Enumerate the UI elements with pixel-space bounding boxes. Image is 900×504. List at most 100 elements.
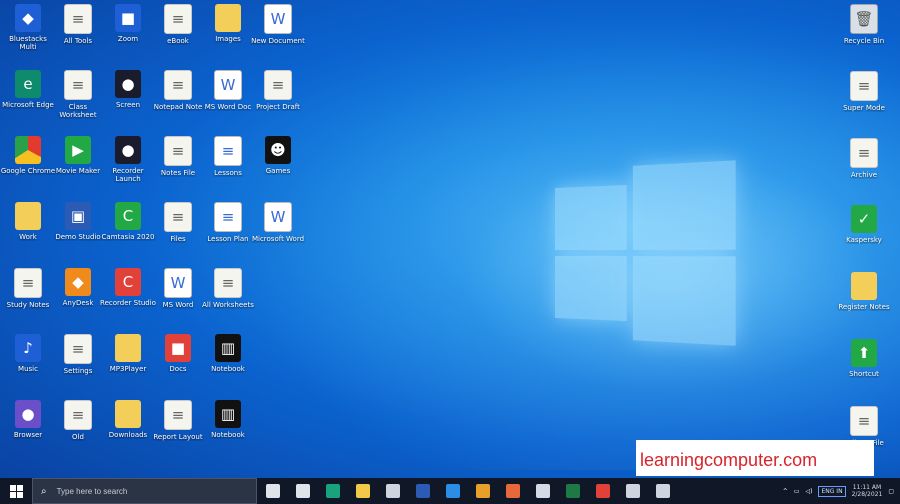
desktop-icon[interactable]: ■ Docs <box>150 334 206 373</box>
taskbar-app[interactable] <box>412 478 434 504</box>
taskbar-app[interactable] <box>562 478 584 504</box>
desktop-icon[interactable]: ▥ Notebook <box>200 400 256 439</box>
camtasia-icon: C <box>115 268 141 296</box>
chrome-icon <box>15 136 41 164</box>
file-icon: ≡ <box>850 406 878 436</box>
desktop-icon[interactable]: e Microsoft Edge <box>0 70 56 109</box>
desktop-icon-label: eBook <box>150 37 206 45</box>
file-icon: ≡ <box>164 70 192 100</box>
desktop-icon[interactable]: ● Screen <box>100 70 156 109</box>
desktop-icon[interactable]: ≡ Notes File <box>150 136 206 177</box>
desktop-icon-label: Recorder Launch <box>100 167 156 183</box>
excel-icon <box>566 484 580 498</box>
desktop-icon[interactable]: Work <box>0 202 56 241</box>
desktop-icon[interactable]: ● Browser <box>0 400 56 439</box>
taskbar-app[interactable] <box>322 478 344 504</box>
anydesk-icon: ◆ <box>65 268 91 296</box>
clock[interactable]: 11:11 AM 2/28/2021 <box>852 484 883 498</box>
file-icon: ≡ <box>264 70 292 100</box>
taskbar-app[interactable] <box>502 478 524 504</box>
taskbar-app[interactable] <box>292 478 314 504</box>
taskbar-app[interactable] <box>262 478 284 504</box>
desktop-icon[interactable]: Downloads <box>100 400 156 439</box>
desktop-icon[interactable]: ▶ Movie Maker <box>50 136 106 175</box>
desktop-icon[interactable]: ≡ eBook <box>150 4 206 45</box>
zoom-icon: ■ <box>115 4 141 32</box>
archive-icon: ▥ <box>215 400 241 428</box>
desktop-icon[interactable]: ≡ Files <box>150 202 206 243</box>
desktop-icon[interactable]: W New Document <box>250 4 306 45</box>
volume-icon[interactable]: ◁) <box>806 488 813 495</box>
desktop-icon[interactable]: ■ Zoom <box>100 4 156 43</box>
vscode-icon <box>446 484 460 498</box>
desktop-icon[interactable]: ≡ Lessons <box>200 136 256 177</box>
desktop-icon[interactable]: ≡ Report Layout <box>150 400 206 441</box>
desktop-icon[interactable]: Google Chrome <box>0 136 56 175</box>
camtasia-icon: C <box>115 202 141 230</box>
taskbar-app[interactable] <box>442 478 464 504</box>
desktop-icon[interactable]: ≡ Lesson Plan <box>200 202 256 243</box>
desktop-icon-label: Music <box>0 365 56 373</box>
desktop-icon[interactable]: ≡ Class Worksheet <box>50 70 106 119</box>
desktop-icon[interactable]: W MS Word Doc <box>200 70 256 111</box>
desktop-icon-label: Recycle Bin <box>836 37 892 45</box>
desktop-icon[interactable]: ≡ Super Mode <box>836 71 892 112</box>
desktop-icon[interactable]: ≡ All Worksheets <box>200 268 256 309</box>
desktop-icon[interactable]: ≡ Old <box>50 400 106 441</box>
taskbar-app[interactable] <box>472 478 494 504</box>
desktop-icon[interactable]: C Recorder Studio <box>100 268 156 307</box>
chevron-up-icon[interactable]: ^ <box>783 488 788 495</box>
search-box[interactable]: ⌕ Type here to search <box>32 478 257 504</box>
taskbar-app[interactable] <box>532 478 554 504</box>
desktop-icon[interactable]: ▣ Demo Studio <box>50 202 106 241</box>
taskbar-app[interactable] <box>622 478 644 504</box>
network-icon[interactable]: ▭ <box>794 488 800 495</box>
desktop-icon-label: Microsoft Edge <box>0 101 56 109</box>
desktop-icon-label: Microsoft Word <box>250 235 306 243</box>
desktop-icon[interactable]: ✓ Kaspersky <box>836 205 892 244</box>
file-icon: ≡ <box>164 202 192 232</box>
desktop-icon[interactable]: ⬆ Shortcut <box>836 339 892 378</box>
desktop-icon-label: Camtasia 2020 <box>100 233 156 241</box>
taskbar-app[interactable] <box>592 478 614 504</box>
desktop-icon[interactable]: ≡ Archive <box>836 138 892 179</box>
desktop-icon[interactable]: MP3Player <box>100 334 156 373</box>
windows-logo-wallpaper <box>555 160 736 344</box>
search-placeholder: Type here to search <box>57 487 128 496</box>
taskbar-app[interactable] <box>352 478 374 504</box>
desktop-icon[interactable]: Register Notes <box>836 272 892 311</box>
notification-icon[interactable]: ▢ <box>888 488 894 495</box>
desktop-icon[interactable]: ≡ All Tools <box>50 4 106 45</box>
taskbar-app[interactable] <box>382 478 404 504</box>
desktop-icon[interactable]: ≡ Study Notes <box>0 268 56 309</box>
desktop-icon[interactable]: Images <box>200 4 256 43</box>
desktop-icon[interactable]: ☻ Games <box>250 136 306 175</box>
notepad-icon <box>536 484 550 498</box>
desktop-icon-label: Bluestacks Multi <box>0 35 56 51</box>
desktop-icon[interactable]: 🗑 Recycle Bin <box>836 4 892 45</box>
store-icon <box>386 484 400 498</box>
archive-icon: ▥ <box>215 334 241 362</box>
desktop-icon[interactable]: ● Recorder Launch <box>100 136 156 183</box>
desktop-icon[interactable]: ♪ Music <box>0 334 56 373</box>
desktop-icon[interactable]: ◆ AnyDesk <box>50 268 106 307</box>
desktop-icon[interactable]: C Camtasia 2020 <box>100 202 156 241</box>
word-doc-icon: W <box>164 268 192 298</box>
desktop-icon[interactable]: W MS Word <box>150 268 206 309</box>
desktop-icon-label: Study Notes <box>0 301 56 309</box>
desktop[interactable]: ◆ Bluestacks Multi ≡ All Tools ■ Zoom ≡ eBook Im… <box>0 0 900 478</box>
desktop-icon-label: Screen <box>100 101 156 109</box>
word-icon <box>416 484 430 498</box>
desktop-icon[interactable]: W Microsoft Word <box>250 202 306 243</box>
language-indicator[interactable]: ENG IN <box>818 486 845 497</box>
desktop-icon-label: Files <box>150 235 206 243</box>
desktop-icon[interactable]: ≡ Settings <box>50 334 106 375</box>
start-button[interactable] <box>0 478 32 504</box>
desktop-icon[interactable]: ◆ Bluestacks Multi <box>0 4 56 51</box>
desktop-icon[interactable]: ▥ Notebook <box>200 334 256 373</box>
document-icon: ≡ <box>214 202 242 232</box>
taskbar-app[interactable] <box>652 478 674 504</box>
desktop-icon[interactable]: ≡ Project Draft <box>250 70 306 111</box>
search-icon: ⌕ <box>41 486 47 497</box>
desktop-icon[interactable]: ≡ Notepad Note <box>150 70 206 111</box>
